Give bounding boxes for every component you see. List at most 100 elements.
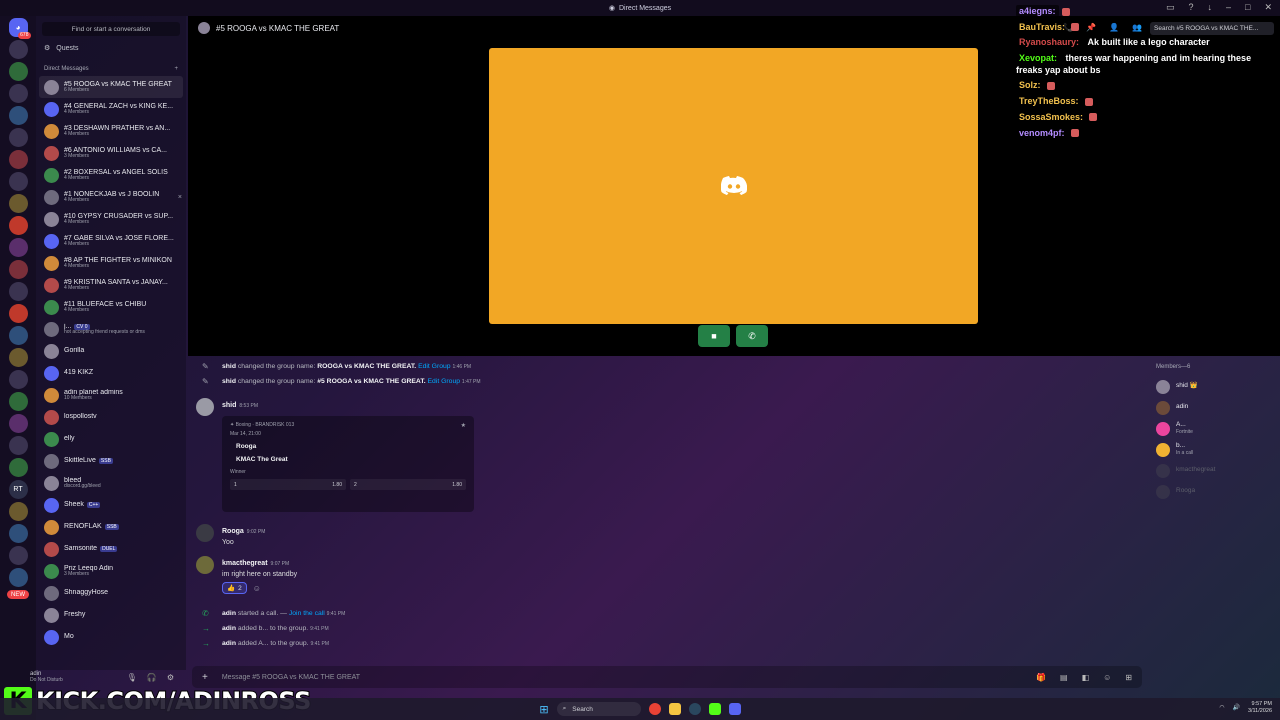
dm-item[interactable]: #9 KRISTINA SANTA vs JANAY... 4 Members xyxy=(36,274,186,296)
message-composer[interactable]: + Message #5 ROOGA vs KMAC THE GREAT 🎁 ▤… xyxy=(192,666,1142,688)
message-author[interactable]: kmacthegreat xyxy=(222,560,268,567)
steam-icon[interactable] xyxy=(688,703,701,715)
dm-item[interactable]: bleed discord.gg/bleed xyxy=(36,472,186,494)
dm-item[interactable]: Samsonite DUEL xyxy=(36,538,186,560)
wifi-icon[interactable]: ◠ xyxy=(1219,704,1224,711)
server-icon[interactable] xyxy=(8,392,28,411)
dm-item[interactable]: #3 DESHAWN PRATHER vs AN... 4 Members xyxy=(36,120,186,142)
dm-item[interactable]: 419 KIKZ xyxy=(36,362,186,384)
member-item[interactable]: adin xyxy=(1150,397,1280,418)
chrome-icon[interactable] xyxy=(648,703,661,715)
server-icon[interactable] xyxy=(8,172,28,191)
server-icon[interactable] xyxy=(8,216,28,235)
avatar[interactable] xyxy=(196,556,214,574)
server-icon[interactable] xyxy=(8,458,28,477)
kick-app-icon[interactable] xyxy=(708,703,721,715)
taskbar-search[interactable]: ⌕ Search xyxy=(556,702,641,716)
close-dm-icon[interactable]: × xyxy=(178,194,182,201)
odds-option-1[interactable]: 1 1.80 xyxy=(230,479,346,490)
dm-item[interactable]: RENOFLAK SSB xyxy=(36,516,186,538)
mic-icon[interactable]: 🎙 xyxy=(127,673,137,682)
dm-item[interactable]: lospollostv xyxy=(36,406,186,428)
avatar[interactable] xyxy=(196,524,214,542)
dm-item[interactable]: #6 ANTONIO WILLIAMS vs CA... 3 Members xyxy=(36,142,186,164)
message-author[interactable]: shid xyxy=(222,402,236,409)
dm-item[interactable]: #1 NONECKJAB vs J BOOLIN 4 Members × xyxy=(36,186,186,208)
add-reaction-icon[interactable]: ☺ xyxy=(253,584,261,593)
file-explorer-icon[interactable] xyxy=(668,703,681,715)
dm-item[interactable]: Mo xyxy=(36,626,186,648)
dm-item[interactable]: #4 GENERAL ZACH vs KING KE... 4 Members xyxy=(36,98,186,120)
dm-item[interactable]: #5 ROOGA vs KMAC THE GREAT 6 Members xyxy=(39,76,183,98)
server-icon[interactable] xyxy=(8,370,28,389)
dm-item[interactable]: #11 BLUEFACE vs CHIBU 4 Members xyxy=(36,296,186,318)
message-author[interactable]: Rooga xyxy=(222,528,244,535)
gif-icon[interactable]: ▤ xyxy=(1060,673,1068,682)
join-call-button[interactable]: ✆ xyxy=(736,325,768,347)
server-icon[interactable] xyxy=(8,84,28,103)
server-icon[interactable] xyxy=(8,150,28,169)
video-tile[interactable] xyxy=(489,48,978,324)
server-icon[interactable] xyxy=(8,40,28,59)
member-item[interactable]: shid 👑 xyxy=(1150,376,1280,397)
server-icon[interactable] xyxy=(8,568,28,587)
quests-link[interactable]: ⚙ Quests xyxy=(36,40,186,56)
dm-item[interactable]: #10 GYPSY CRUSADER vs SUP... 4 Members xyxy=(36,208,186,230)
server-icon[interactable] xyxy=(8,348,28,367)
member-item[interactable]: A... Fortnite xyxy=(1150,418,1280,439)
dm-item[interactable]: #7 GABE SILVA vs JOSE FLORE... 4 Members xyxy=(36,230,186,252)
emoji-icon[interactable]: ☺ xyxy=(1103,673,1111,682)
dm-item[interactable]: ShnaggyHose xyxy=(36,582,186,604)
dm-item[interactable]: #2 BOXERSAL vs ANGEL SOLIS 4 Members xyxy=(36,164,186,186)
sticker-icon[interactable]: ◧ xyxy=(1082,673,1090,682)
dm-item[interactable]: j... CV 0 not accepting friend requests or… xyxy=(36,318,186,340)
dm-item[interactable]: adin planet admins 10 Members xyxy=(36,384,186,406)
server-icon[interactable] xyxy=(8,282,28,301)
server-icon[interactable] xyxy=(8,260,28,279)
server-icon[interactable] xyxy=(8,106,28,125)
bet-embed[interactable]: ✦ Boxing · BRANDRISK 013 ★ Mar 14, 21:00… xyxy=(222,416,474,512)
windows-start-icon[interactable]: ⊞ xyxy=(539,703,548,716)
server-icon[interactable]: RT xyxy=(8,480,28,499)
dm-item[interactable]: Freshy xyxy=(36,604,186,626)
server-icon[interactable] xyxy=(8,326,28,345)
server-icon[interactable] xyxy=(8,304,28,323)
odds-option-2[interactable]: 2 1.80 xyxy=(350,479,466,490)
member-item[interactable]: Rooga xyxy=(1150,481,1280,502)
add-attachment-icon[interactable]: + xyxy=(202,672,208,683)
star-icon[interactable]: ★ xyxy=(461,422,466,429)
headset-icon[interactable]: 🎧 xyxy=(147,673,157,682)
discord-app-icon[interactable] xyxy=(728,703,741,715)
avatar[interactable] xyxy=(196,398,214,416)
volume-icon[interactable]: 🔊 xyxy=(1232,704,1239,711)
find-conversation-input[interactable]: Find or start a conversation xyxy=(42,22,180,36)
join-call-link[interactable]: Join the call xyxy=(289,610,325,617)
member-item[interactable]: kmacthegreat xyxy=(1150,460,1280,481)
server-icon[interactable] xyxy=(8,436,28,455)
server-icon[interactable] xyxy=(8,238,28,257)
server-icon[interactable] xyxy=(8,546,28,565)
video-button[interactable]: ■ xyxy=(698,325,730,347)
home-button[interactable]: ◕ 678 xyxy=(8,18,31,39)
apps-icon[interactable]: ⊞ xyxy=(1125,673,1132,682)
settings-icon[interactable]: ⚙ xyxy=(167,673,174,682)
server-icon[interactable] xyxy=(8,524,28,543)
server-icon[interactable] xyxy=(8,128,28,147)
edit-group-link[interactable]: Edit Group xyxy=(418,363,451,370)
server-icon[interactable] xyxy=(8,194,28,213)
dm-item[interactable]: Sheek C++ xyxy=(36,494,186,516)
dm-item[interactable]: Gorilla xyxy=(36,340,186,362)
server-icon[interactable] xyxy=(8,62,28,81)
edit-group-link[interactable]: Edit Group xyxy=(428,378,461,385)
server-icon[interactable] xyxy=(8,414,28,433)
server-icon[interactable] xyxy=(8,502,28,521)
dm-item[interactable]: #8 AP THE FIGHTER vs MINIKON 4 Members xyxy=(36,252,186,274)
gift-icon[interactable]: 🎁 xyxy=(1036,673,1046,682)
member-item[interactable]: b... In a call xyxy=(1150,439,1280,460)
message-input[interactable]: Message #5 ROOGA vs KMAC THE GREAT xyxy=(222,674,360,681)
add-dm-icon[interactable]: + xyxy=(174,66,178,72)
dm-item[interactable]: SkittleLive SSB xyxy=(36,450,186,472)
dm-item[interactable]: elly xyxy=(36,428,186,450)
dm-item[interactable]: Priz Leeqo Adin 3 Members xyxy=(36,560,186,582)
reaction-thumbs-up[interactable]: 👍 2 xyxy=(222,582,247,594)
